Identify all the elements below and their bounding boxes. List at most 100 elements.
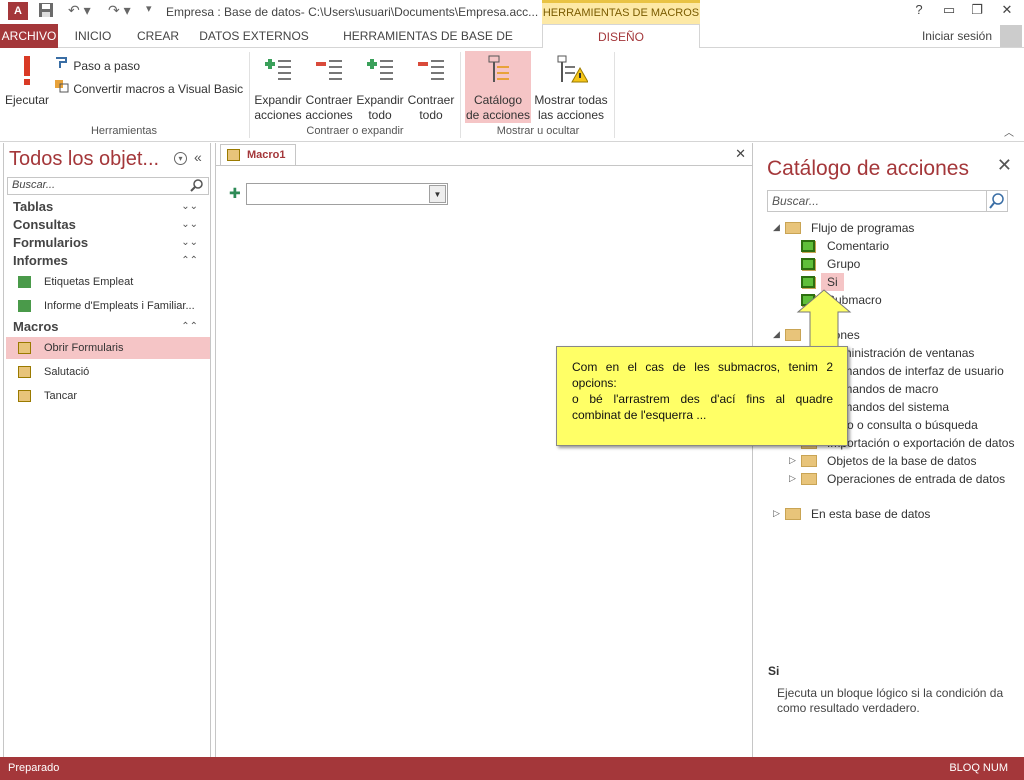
collapsed-triangle-icon[interactable]: ▷ — [789, 455, 796, 466]
avatar[interactable] — [1000, 25, 1022, 47]
nav-item-label: Etiquetas Empleat — [44, 276, 134, 288]
add-action-combo[interactable]: ▼ — [246, 183, 448, 205]
collapse-all-label-2: todo — [419, 108, 443, 122]
access-app-icon[interactable]: A — [8, 2, 28, 20]
chevron-down-icon[interactable]: ⌄⌄ — [181, 201, 198, 212]
tab-external-data[interactable]: DATOS EXTERNOS — [196, 24, 312, 48]
collapse-actions-icon — [304, 54, 354, 90]
folder-icon — [801, 473, 817, 485]
nav-pane-title[interactable]: Todos los objet... — [9, 148, 159, 171]
nav-item-macro[interactable]: Tancar — [6, 385, 210, 407]
doc-tab-label: Macro1 — [247, 149, 286, 161]
expanded-triangle-icon[interactable]: ◢ — [773, 222, 780, 233]
action-info-description: Ejecuta un bloque lógico si la condición… — [777, 686, 1004, 715]
expand-actions-button[interactable]: Expandir acciones — [254, 54, 302, 123]
nav-menu-icon[interactable]: ▾ — [174, 152, 187, 165]
nav-group-forms[interactable]: Formularios — [13, 235, 88, 250]
chevron-down-icon[interactable]: ▼ — [429, 185, 446, 203]
macro-icon — [227, 149, 240, 161]
expand-all-icon — [356, 54, 404, 90]
action-catalog-icon — [465, 54, 531, 90]
macro-designer: Macro1 ✕ ✚ ▼ — [215, 143, 753, 757]
save-icon[interactable] — [38, 2, 54, 21]
nav-item-report[interactable]: Etiquetas Empleat — [6, 271, 210, 293]
collapse-actions-label-1: Contraer — [305, 93, 353, 107]
collapse-actions-button[interactable]: Contraer acciones — [304, 54, 354, 123]
collapse-ribbon-icon[interactable]: ︿ — [1004, 124, 1014, 139]
folder-icon — [785, 222, 801, 234]
nav-item-macro[interactable]: Salutació — [6, 361, 210, 383]
catalog-search-input[interactable]: Buscar... — [767, 190, 987, 212]
tree-action-item[interactable]: Comentario — [757, 237, 1024, 255]
tree-node-in-database[interactable]: ▷ En esta base de datos — [757, 505, 1024, 523]
restore-button[interactable]: ❐ — [966, 2, 988, 18]
search-icon[interactable] — [986, 190, 1008, 212]
close-catalog-button[interactable]: ✕ — [997, 155, 1012, 176]
collapse-all-label-1: Contraer — [407, 93, 455, 107]
tree-folder-item[interactable]: ▷ Objetos de la base de datos — [757, 452, 1024, 470]
tree-folder-item[interactable]: ▷ Operaciones de entrada de datos — [757, 470, 1024, 488]
action-catalog-label-2: de acciones — [465, 108, 531, 122]
action-catalog-button[interactable]: Catálogo de acciones — [465, 51, 531, 123]
show-all-actions-button[interactable]: Mostrar todas las acciones — [533, 54, 609, 123]
tree-node-label: Objetos de la base de datos — [827, 454, 977, 468]
expand-all-button[interactable]: Expandir todo — [356, 54, 404, 123]
redo-icon[interactable]: ↷ ▾ — [108, 2, 131, 19]
tab-design[interactable]: DISEÑO — [542, 24, 700, 49]
group-label-show: Mostrar u ocultar — [496, 125, 580, 137]
collapsed-triangle-icon[interactable]: ▷ — [789, 473, 796, 484]
collapsed-triangle-icon[interactable]: ▷ — [773, 508, 780, 519]
group-label-tools: Herramientas — [90, 125, 158, 137]
search-icon[interactable] — [190, 179, 204, 196]
group-separator — [460, 52, 461, 138]
minimize-button[interactable]: ▭ — [938, 2, 960, 18]
convert-label: Convertir macros a Visual Basic — [73, 82, 244, 96]
nav-search-input[interactable]: Buscar... — [7, 177, 209, 195]
callout-text-2: o bé l'arrastrem des d'ací fins al quadr… — [572, 392, 833, 422]
step-button[interactable]: Paso a paso — [54, 56, 140, 73]
add-action-icon[interactable]: ✚ — [229, 185, 241, 202]
tab-database-tools[interactable]: HERRAMIENTAS DE BASE DE DATOS — [322, 24, 534, 67]
run-button[interactable]: Ejecutar — [4, 54, 50, 108]
nav-group-macros[interactable]: Macros — [13, 319, 59, 334]
chevron-down-icon[interactable]: ⌄⌄ — [181, 237, 198, 248]
navigation-pane: Todos los objet... ▾ « Buscar... Tablas … — [3, 143, 211, 757]
expanded-triangle-icon[interactable]: ◢ — [773, 329, 780, 340]
macro-icon — [18, 342, 31, 354]
show-all-actions-icon — [533, 54, 609, 90]
help-button[interactable]: ? — [908, 2, 930, 17]
tree-node-flow[interactable]: ◢ Flujo de programas — [757, 219, 1024, 237]
convert-macros-button[interactable]: Convertir macros a Visual Basic — [54, 79, 243, 96]
action-info-title: Si — [768, 664, 780, 678]
collapse-all-icon — [406, 54, 456, 90]
chevron-up-icon[interactable]: ⌃⌃ — [181, 321, 198, 332]
close-document-button[interactable]: ✕ — [735, 146, 746, 162]
nav-item-macro[interactable]: Obrir Formularis — [6, 337, 210, 359]
sign-in-link[interactable]: Iniciar sesión — [922, 29, 992, 43]
tree-node-label: Comandos de interfaz de usuario — [827, 364, 1004, 378]
nav-group-reports[interactable]: Informes — [13, 253, 68, 268]
chevron-up-icon[interactable]: ⌃⌃ — [181, 255, 198, 266]
macro-icon — [18, 390, 31, 402]
report-icon — [18, 276, 31, 288]
convert-icon — [54, 80, 73, 96]
tree-action-item[interactable]: Grupo — [757, 255, 1024, 273]
tree-node-label: En esta base de datos — [811, 507, 931, 521]
nav-item-label: Informe d'Empleats i Familiar... — [44, 300, 195, 312]
tree-node-label: Flujo de programas — [811, 221, 915, 235]
tab-macro1[interactable]: Macro1 — [220, 144, 296, 166]
action-block-icon — [801, 276, 815, 288]
nav-group-queries[interactable]: Consultas — [13, 217, 76, 232]
nav-group-tables[interactable]: Tablas — [13, 199, 53, 214]
customize-quick-access-icon[interactable]: ▾ — [146, 2, 152, 15]
chevron-down-icon[interactable]: ⌄⌄ — [181, 219, 198, 230]
nav-item-report[interactable]: Informe d'Empleats i Familiar... — [6, 295, 210, 317]
tab-create[interactable]: CREAR — [128, 24, 188, 48]
tab-file[interactable]: ARCHIVO — [0, 24, 58, 48]
undo-icon[interactable]: ↶ ▾ — [68, 2, 91, 19]
close-window-button[interactable]: ✕ — [996, 2, 1018, 18]
shutter-bar-icon[interactable]: « — [194, 149, 202, 165]
tab-home[interactable]: INICIO — [64, 24, 122, 48]
collapse-all-button[interactable]: Contraer todo — [406, 54, 456, 123]
nav-item-label: Obrir Formularis — [44, 342, 124, 354]
